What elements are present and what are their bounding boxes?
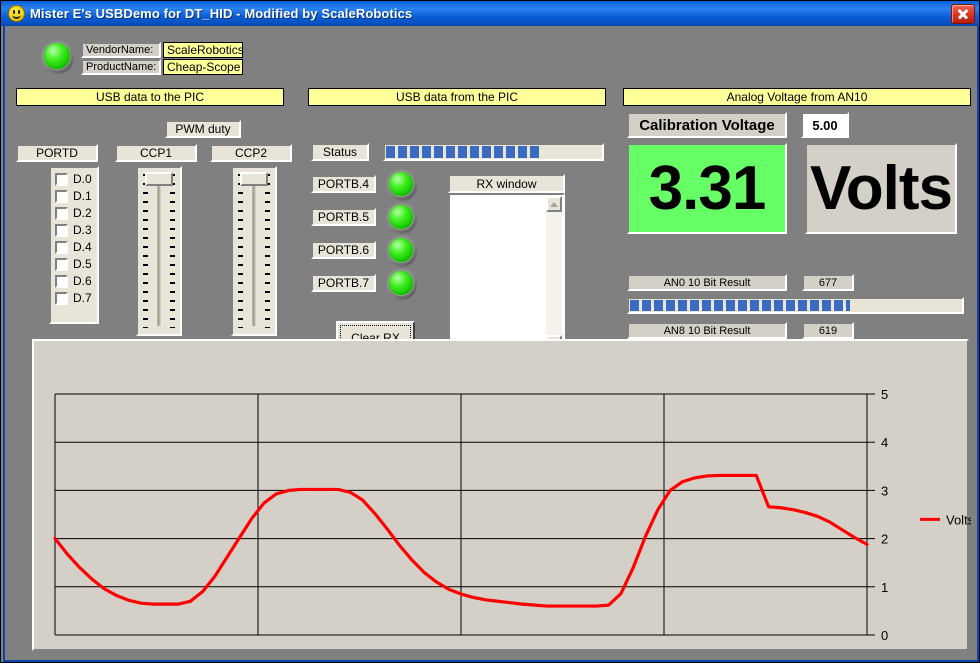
checkbox-box[interactable] [55, 292, 68, 305]
ccp1-slider[interactable] [136, 166, 182, 336]
scroll-up-icon[interactable] [546, 196, 562, 212]
slider-ticks-right [170, 174, 175, 328]
status-progress-bar [383, 143, 604, 161]
portb4-label: PORTB.4 [311, 175, 376, 193]
form-body: VendorName: ScaleRobotics ProductName: C… [3, 26, 979, 662]
smiley-mouth [12, 14, 21, 19]
ccp2-slider[interactable] [231, 166, 277, 336]
svg-text:5: 5 [881, 387, 888, 402]
portb7-label: PORTB.7 [311, 274, 376, 292]
ccp2-slider-thumb[interactable] [240, 172, 268, 186]
portd-label: PORTD [16, 144, 98, 162]
voltage-chart-panel: 0 1 2 3 4 5 Volts [32, 339, 969, 651]
rx-window-scrollbar[interactable] [546, 196, 562, 351]
window-title: Mister E's USBDemo for DT_HID - Modified… [30, 6, 412, 21]
calibration-voltage-input[interactable]: 5.00 [801, 112, 849, 138]
product-name-label: ProductName: [81, 59, 161, 75]
slider-rail [158, 182, 161, 326]
ccp2-label: CCP2 [210, 144, 292, 162]
portd-checkbox-d0[interactable]: D.0 [55, 171, 97, 187]
an0-progress-fill [630, 300, 850, 311]
checkbox-label: D.3 [73, 223, 92, 237]
rx-window-textarea[interactable] [448, 193, 565, 354]
checkbox-box[interactable] [55, 224, 68, 237]
ccp1-slider-thumb[interactable] [145, 172, 173, 186]
portb5-led [388, 204, 414, 230]
checkbox-label: D.2 [73, 206, 92, 220]
voltage-chart: 0 1 2 3 4 5 Volts [34, 341, 971, 653]
svg-text:4: 4 [881, 435, 888, 450]
checkbox-label: D.4 [73, 240, 92, 254]
portb6-label: PORTB.6 [311, 241, 376, 259]
slider-ticks-left [238, 174, 243, 328]
pwm-duty-label: PWM duty [165, 120, 241, 138]
svg-text:2: 2 [881, 532, 888, 547]
status-progress-fill [386, 146, 542, 158]
slider-rail [253, 182, 256, 326]
portb7-led [388, 270, 414, 296]
svg-text:3: 3 [881, 483, 888, 498]
analog-voltage-header: Analog Voltage from AN10 [623, 88, 971, 106]
portb6-led [388, 237, 414, 263]
vendor-name-label: VendorName: [81, 42, 161, 58]
device-connected-led [43, 42, 71, 70]
svg-text:Volts: Volts [946, 512, 971, 527]
portb4-led [388, 171, 414, 197]
rx-window-label: RX window [448, 174, 565, 193]
checkbox-box[interactable] [55, 190, 68, 203]
checkbox-box[interactable] [55, 258, 68, 271]
portd-checkbox-d1[interactable]: D.1 [55, 188, 97, 204]
usb-from-pic-header: USB data from the PIC [308, 88, 606, 106]
title-bar: Mister E's USBDemo for DT_HID - Modified… [1, 1, 980, 26]
portd-checkbox-d5[interactable]: D.5 [55, 256, 97, 272]
checkbox-label: D.1 [73, 189, 92, 203]
portd-checkbox-d7[interactable]: D.7 [55, 290, 97, 306]
slider-ticks-left [143, 174, 148, 328]
application-window: Mister E's USBDemo for DT_HID - Modified… [0, 0, 980, 663]
checkbox-label: D.7 [73, 291, 92, 305]
checkbox-box[interactable] [55, 173, 68, 186]
an0-progress-bar [627, 297, 964, 314]
an0-result-value: 677 [802, 274, 854, 291]
voltage-display: 3.31 [627, 143, 787, 234]
portd-checkbox-d3[interactable]: D.3 [55, 222, 97, 238]
an8-result-label: AN8 10 Bit Result [627, 322, 787, 339]
an0-result-label: AN0 10 Bit Result [627, 274, 787, 291]
close-icon[interactable] [951, 4, 975, 24]
vendor-name-value: ScaleRobotics [163, 42, 243, 58]
slider-ticks-right [265, 174, 270, 328]
product-name-value: Cheap-Scope [163, 59, 243, 75]
checkbox-label: D.0 [73, 172, 92, 186]
portd-checkbox-d4[interactable]: D.4 [55, 239, 97, 255]
usb-to-pic-header: USB data to the PIC [16, 88, 284, 106]
svg-text:0: 0 [881, 628, 888, 643]
ccp1-label: CCP1 [115, 144, 197, 162]
calibration-voltage-label: Calibration Voltage [627, 112, 787, 138]
checkbox-box[interactable] [55, 207, 68, 220]
arrow-up-glyph [550, 202, 558, 207]
checkbox-label: D.5 [73, 257, 92, 271]
svg-text:1: 1 [881, 580, 888, 595]
portd-checkbox-d6[interactable]: D.6 [55, 273, 97, 289]
checkbox-box[interactable] [55, 241, 68, 254]
portb5-label: PORTB.5 [311, 208, 376, 226]
portd-checkbox-d2[interactable]: D.2 [55, 205, 97, 221]
portd-checkbox-group: D.0 D.1 D.2 D.3 D.4 D.5 [49, 166, 99, 324]
checkbox-box[interactable] [55, 275, 68, 288]
voltage-units-label: Volts [805, 143, 957, 234]
smiley-face-icon [8, 5, 25, 22]
an8-result-value: 619 [802, 322, 854, 339]
checkbox-label: D.6 [73, 274, 92, 288]
status-label: Status [311, 143, 369, 161]
